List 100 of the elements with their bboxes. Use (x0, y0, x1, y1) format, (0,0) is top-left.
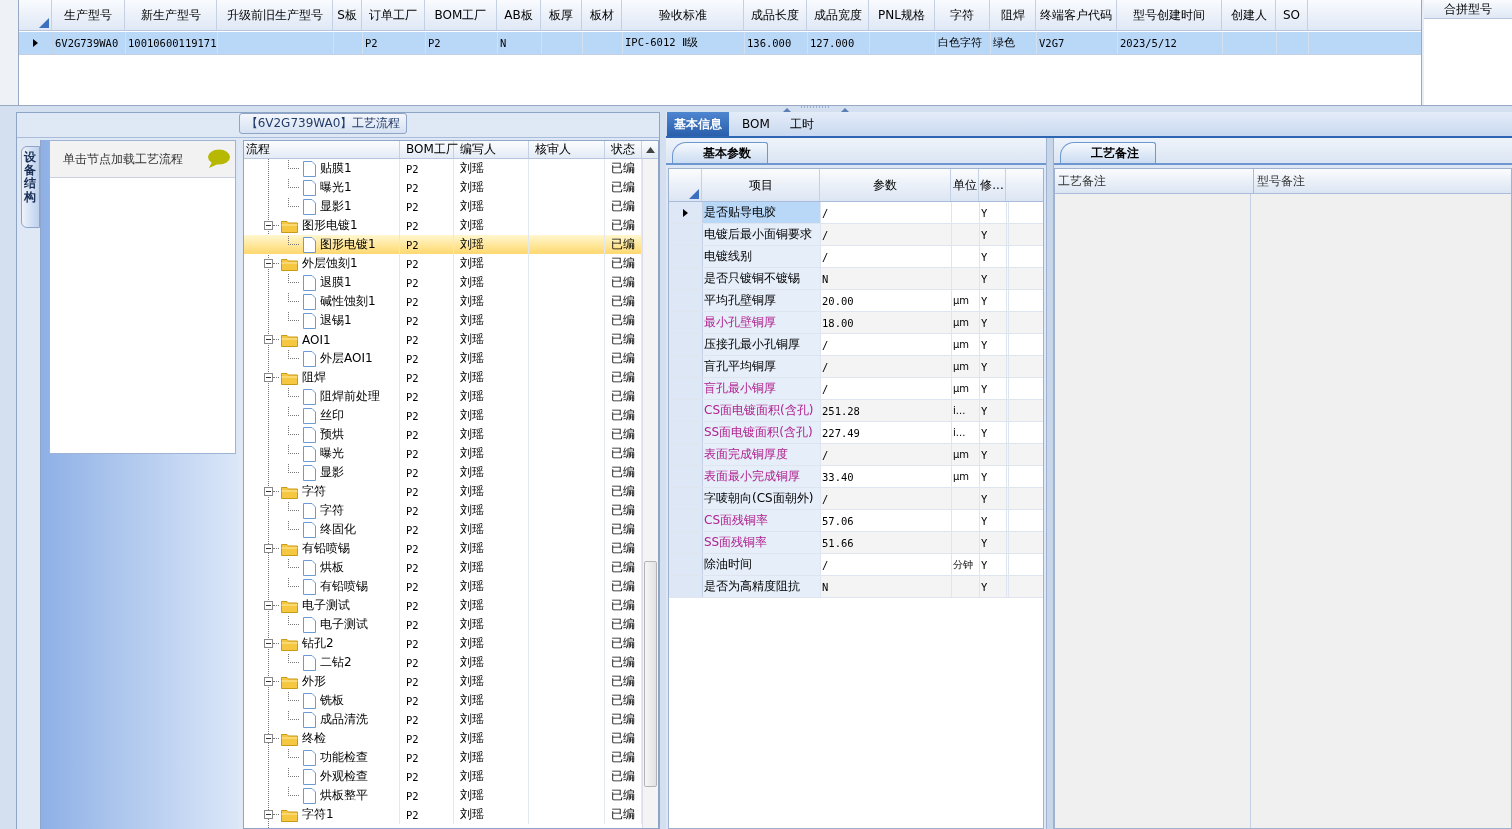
tab[interactable]: 基本信息 (667, 112, 729, 136)
collapse-icon[interactable] (264, 639, 273, 648)
tree-row[interactable]: 终固化 P2 刘瑶 已编 (244, 520, 642, 539)
tree-row[interactable]: 预烘 P2 刘瑶 已编 (244, 425, 642, 444)
tree-row[interactable]: 丝印 P2 刘瑶 已编 (244, 406, 642, 425)
column-header[interactable]: S板 (333, 0, 362, 30)
table-row[interactable]: CS面电镀面积(含孔) 251.28 i... Y (669, 400, 1043, 422)
tree-row[interactable]: 退锡1 P2 刘瑶 已编 (244, 311, 642, 330)
document-icon (303, 198, 316, 215)
tree-row[interactable]: 电子测试 P2 刘瑶 已编 (244, 615, 642, 634)
column-header[interactable]: 核审人 (529, 141, 605, 158)
collapse-icon[interactable] (264, 810, 273, 819)
scrollbar-thumb[interactable] (644, 561, 657, 787)
folder-icon (281, 332, 298, 347)
column-header[interactable]: 板材 (582, 0, 622, 30)
tree-row[interactable]: 图形电镀1 P2 刘瑶 已编 (244, 235, 642, 254)
table-row[interactable]: 最小孔壁铜厚 18.00 μm Y (669, 312, 1043, 334)
column-header[interactable]: 终端客户代码 (1036, 0, 1117, 30)
tree-row[interactable]: 电子测试 P2 刘瑶 已编 (244, 596, 642, 615)
collapse-icon[interactable] (264, 259, 273, 268)
collapse-icon[interactable] (264, 221, 273, 230)
collapse-icon[interactable] (264, 677, 273, 686)
column-header[interactable]: 验收标准 (622, 0, 744, 30)
table-row[interactable]: 6V2G739WA0 10010600119171 P2 P2 N IPC-6012 Ⅱ级 136.000 127.000 白色字符 绿色 V2G7 2023/5/12 (19, 32, 1421, 55)
table-row[interactable]: 除油时间 / 分钟 Y (669, 554, 1043, 576)
tree-row[interactable]: 贴膜1 P2 刘瑶 已编 (244, 159, 642, 178)
tree-row[interactable]: 有铅喷锡 P2 刘瑶 已编 (244, 577, 642, 596)
tree-row[interactable]: 终检 P2 刘瑶 已编 (244, 729, 642, 748)
tree-row[interactable]: 显影1 P2 刘瑶 已编 (244, 197, 642, 216)
table-row[interactable]: 字唛朝向(CS面朝外) / Y (669, 488, 1043, 510)
tree-row[interactable]: 外层蚀刻1 P2 刘瑶 已编 (244, 254, 642, 273)
tree-row[interactable]: 碱性蚀刻1 P2 刘瑶 已编 (244, 292, 642, 311)
column-header[interactable]: 修... (979, 169, 1006, 201)
tree-row[interactable]: 烘板整平 P2 刘瑶 已编 (244, 786, 642, 805)
side-tab[interactable]: 设备结构 (21, 146, 41, 228)
tree-row[interactable]: 铣板 P2 刘瑶 已编 (244, 691, 642, 710)
collapse-icon[interactable] (264, 335, 273, 344)
column-header[interactable]: 项目 (702, 169, 820, 201)
tree-row[interactable]: 字符 P2 刘瑶 已编 (244, 482, 642, 501)
tree-row[interactable]: 外观检查 P2 刘瑶 已编 (244, 767, 642, 786)
column-header[interactable]: 型号备注 (1254, 169, 1511, 193)
column-header[interactable]: 参数 (820, 169, 951, 201)
collapse-icon[interactable] (264, 373, 273, 382)
table-cell: 刘瑶 (460, 236, 484, 253)
table-row[interactable]: 表面完成铜厚度 / μm Y (669, 444, 1043, 466)
table-row[interactable]: 电镀后最小面铜要求 / Y (669, 224, 1043, 246)
table-row[interactable]: CS面残铜率 57.06 Y (669, 510, 1043, 532)
collapse-icon[interactable] (264, 734, 273, 743)
tree-row[interactable]: 有铅喷锡 P2 刘瑶 已编 (244, 539, 642, 558)
column-header[interactable]: 型号创建时间 (1117, 0, 1222, 30)
tree-row[interactable]: 钻孔2 P2 刘瑶 已编 (244, 634, 642, 653)
tree-row[interactable]: 阻焊 P2 刘瑶 已编 (244, 368, 642, 387)
tree-row[interactable]: 外形 P2 刘瑶 已编 (244, 672, 642, 691)
column-header[interactable]: 板厚 (541, 0, 582, 30)
column-header[interactable]: 升级前旧生产型号 (217, 0, 333, 30)
collapse-icon[interactable] (264, 487, 273, 496)
column-header[interactable]: SO (1276, 0, 1308, 30)
tree-row[interactable]: 外层AOI1 P2 刘瑶 已编 (244, 349, 642, 368)
tree-row[interactable]: 显影 P2 刘瑶 已编 (244, 463, 642, 482)
table-row[interactable]: 是否为高精度阻抗 N Y (669, 576, 1043, 598)
table-row[interactable]: 盲孔平均铜厚 / μm Y (669, 356, 1043, 378)
tree-row[interactable]: 烘板 P2 刘瑶 已编 (244, 558, 642, 577)
tree-row[interactable]: 曝光1 P2 刘瑶 已编 (244, 178, 642, 197)
column-header[interactable]: 新生产型号 (125, 0, 217, 30)
tree-row[interactable]: 退膜1 P2 刘瑶 已编 (244, 273, 642, 292)
tree-row[interactable]: 阻焊前处理 P2 刘瑶 已编 (244, 387, 642, 406)
column-header[interactable]: 单位 (951, 169, 979, 201)
table-row[interactable]: 电镀线别 / Y (669, 246, 1043, 268)
column-header[interactable]: PNL规格 (869, 0, 935, 30)
tree-row[interactable]: 字符1 P2 刘瑶 已编 (244, 805, 642, 824)
column-header[interactable]: 订单工厂 (362, 0, 425, 30)
tree-row[interactable]: 二钻2 P2 刘瑶 已编 (244, 653, 642, 672)
tab[interactable]: 工时 (782, 112, 821, 136)
tree-node-label: 外形 (302, 673, 326, 690)
column-header[interactable]: AB板 (497, 0, 541, 30)
column-header[interactable]: 成品长度 (744, 0, 807, 30)
column-header[interactable]: 流程 (244, 141, 400, 158)
collapse-icon[interactable] (264, 544, 273, 553)
tab[interactable]: 工艺备注 (1060, 142, 1156, 163)
table-cell: 刘瑶 (460, 749, 484, 766)
tree-row[interactable]: AOI1 P2 刘瑶 已编 (244, 330, 642, 349)
tab[interactable]: BOM (735, 112, 777, 136)
tab[interactable]: 基本参数 (672, 142, 768, 163)
column-header[interactable]: BOM工厂 (425, 0, 497, 30)
table-row[interactable]: 是否只镀铜不镀锡 N Y (669, 268, 1043, 290)
tree-row[interactable]: 字符 P2 刘瑶 已编 (244, 501, 642, 520)
column-header[interactable]: 阻焊 (990, 0, 1036, 30)
column-header[interactable]: 生产型号 (52, 0, 125, 30)
scroll-up-icon[interactable] (645, 146, 655, 153)
column-header[interactable]: 成品宽度 (807, 0, 869, 30)
column-header[interactable]: 创建人 (1222, 0, 1276, 30)
collapse-icon[interactable] (264, 601, 273, 610)
column-header[interactable]: 工艺备注 (1055, 169, 1254, 193)
table-row[interactable]: SS面残铜率 51.66 Y (669, 532, 1043, 554)
column-header[interactable]: 状态 (605, 141, 642, 158)
tree-row[interactable]: 曝光 P2 刘瑶 已编 (244, 444, 642, 463)
table-cell: P2 (365, 37, 378, 49)
tree-row[interactable]: 功能检查 P2 刘瑶 已编 (244, 748, 642, 767)
column-header[interactable]: 字符 (935, 0, 990, 30)
tree-row[interactable]: 成品清洗 P2 刘瑶 已编 (244, 710, 642, 729)
